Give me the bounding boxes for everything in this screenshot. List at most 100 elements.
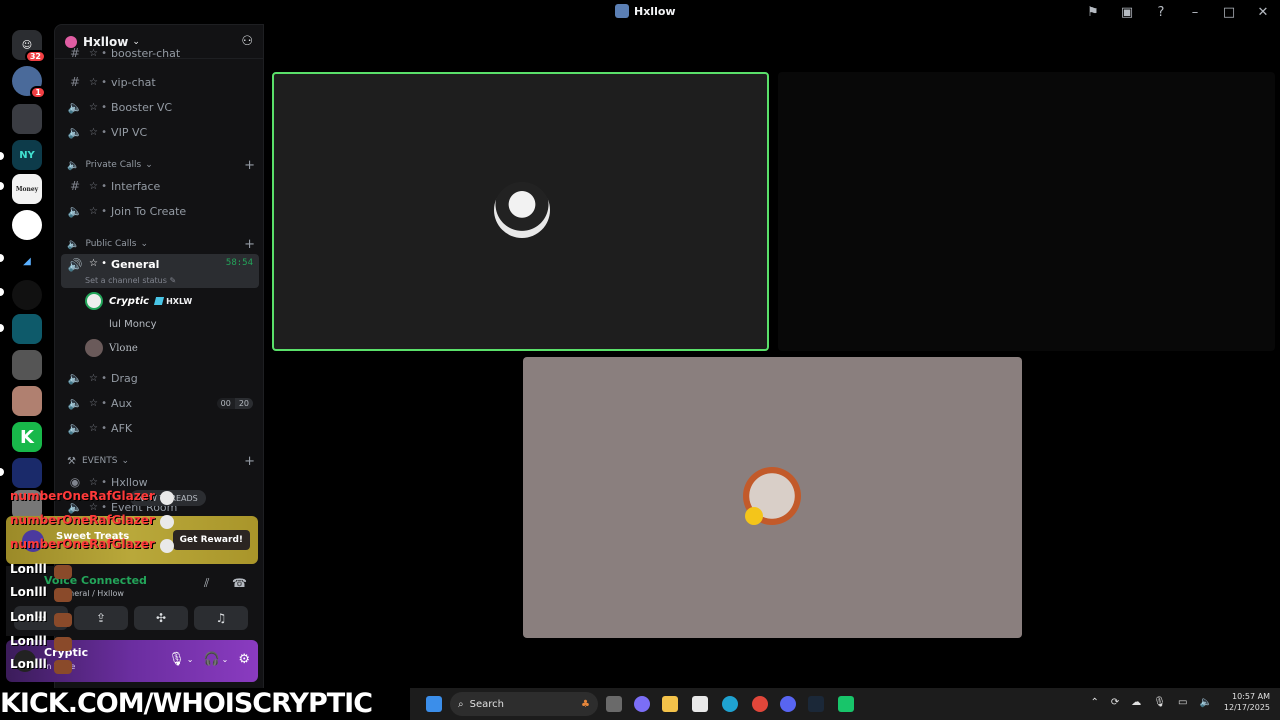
guild-tag-text: HXLW — [166, 296, 193, 306]
windows-start-icon[interactable] — [426, 696, 442, 712]
file-explorer-icon[interactable] — [662, 696, 678, 712]
unread-pill — [0, 254, 4, 262]
minimize-button[interactable]: – — [1178, 5, 1212, 20]
add-channel-icon[interactable]: + — [244, 158, 255, 173]
channel-afk[interactable]: 🔈 ☆ • AFK — [61, 417, 259, 439]
server-vr[interactable] — [12, 314, 42, 344]
channel-status-prompt[interactable]: Set a channel status ✎ — [85, 276, 176, 285]
voice-member[interactable]: Vlone — [85, 337, 259, 359]
channel-vip-vc[interactable]: 🔈 ☆ • VIP VC — [61, 121, 259, 143]
discord-taskbar-icon[interactable] — [780, 696, 796, 712]
server-chicago[interactable] — [12, 280, 42, 310]
user-count: 00 — [216, 397, 235, 409]
get-reward-button[interactable]: Get Reward! — [172, 530, 250, 550]
speaker-active-icon: 🔊 — [67, 258, 83, 272]
kick-icon[interactable] — [838, 696, 854, 712]
noise-suppression-icon[interactable]: ⫽ — [204, 576, 209, 591]
home-badge: 32 — [24, 50, 46, 63]
server-money[interactable]: Money — [12, 174, 42, 204]
store-icon[interactable] — [692, 696, 708, 712]
soundboard-button[interactable]: ♫ — [194, 606, 248, 630]
microphone-icon[interactable]: 🎙 — [168, 652, 185, 667]
server-folder[interactable] — [12, 104, 42, 134]
channel-label: vip-chat — [111, 75, 156, 89]
inbox-icon[interactable]: ▣ — [1110, 5, 1144, 20]
channel-booster-chat[interactable]: # ☆ • booster-chat — [61, 47, 259, 59]
server-socialize[interactable] — [12, 458, 42, 488]
cloud-icon[interactable]: ☁ — [1131, 697, 1141, 708]
copilot-icon[interactable] — [634, 696, 650, 712]
help-icon[interactable]: ? — [1144, 5, 1178, 20]
close-button[interactable]: ✕ — [1246, 5, 1280, 20]
steam-icon[interactable] — [808, 696, 824, 712]
edge-icon[interactable] — [722, 696, 738, 712]
channel-status-text: Set a channel status — [85, 276, 167, 285]
chrome-icon[interactable] — [752, 696, 768, 712]
sync-icon[interactable]: ⟳ — [1111, 697, 1119, 708]
star-icon: ☆ • — [89, 372, 108, 384]
skull-icon — [160, 539, 174, 553]
channel-drag[interactable]: 🔈 ☆ • Drag — [61, 367, 259, 389]
voice-member[interactable]: lul Moncy — [85, 313, 259, 335]
flag-icon[interactable]: ⚑ — [1076, 5, 1110, 20]
participant-tile-speaking[interactable] — [272, 72, 769, 351]
chevron-up-icon[interactable]: ⌃ — [1091, 697, 1099, 708]
channel-label: Aux — [111, 396, 133, 410]
server-arrow[interactable]: ◢ — [12, 246, 42, 276]
emote-icon — [54, 588, 72, 602]
channel-label: Booster VC — [111, 100, 173, 114]
server-soccer[interactable] — [12, 210, 42, 240]
taskbar: ⌕ Search ♣ ⌃ ⟳ ☁ 🎙 ▭ 🔈 10:57 AM 12/17/20… — [410, 688, 1280, 720]
category-public-calls[interactable]: 🔈 Public Calls ⌄ + — [67, 236, 259, 252]
add-channel-icon[interactable]: + — [244, 454, 255, 469]
member-name: lul Moncy — [109, 318, 157, 330]
channel-label: Hxllow — [111, 475, 148, 489]
maximize-button[interactable]: □ — [1212, 5, 1246, 20]
clock[interactable]: 10:57 AM 12/17/2025 — [1224, 691, 1270, 713]
star-icon: ☆ • — [89, 501, 108, 513]
volume-icon[interactable]: 🔈 — [1199, 697, 1211, 708]
guild-tag: HXLW — [154, 296, 193, 306]
server-hand[interactable] — [12, 386, 42, 416]
app-icon — [615, 4, 629, 18]
participant-tile[interactable] — [778, 72, 1275, 351]
speaker-icon: 🔈 — [67, 238, 80, 250]
screen-share-button[interactable]: ⇪ — [74, 606, 128, 630]
overlay-chat-name: numberOneRafGlazer — [10, 489, 155, 503]
server-ny[interactable]: NY — [12, 140, 42, 170]
mic-tray-icon[interactable]: 🎙 — [1153, 697, 1166, 708]
channel-vip-chat[interactable]: # ☆ • vip-chat — [61, 71, 259, 93]
headphones-icon[interactable]: 🎧 — [203, 652, 219, 667]
gear-icon[interactable]: ⚙ — [238, 652, 250, 667]
category-events[interactable]: ⚒ EVENTS ⌄ + — [67, 453, 259, 469]
network-icon[interactable]: ▭ — [1178, 697, 1187, 708]
channel-interface[interactable]: # ☆ • Interface — [61, 175, 259, 197]
category-private-calls[interactable]: 🔈 Private Calls ⌄ + — [67, 157, 259, 173]
voice-member[interactable]: Cryptic HXLW — [85, 290, 259, 312]
server-k[interactable]: K — [12, 422, 42, 452]
activities-button[interactable]: ✣ — [134, 606, 188, 630]
taskbar-search[interactable]: ⌕ Search ♣ — [450, 692, 598, 716]
chevron-down-icon[interactable]: ⌄ — [187, 655, 194, 667]
overlay-lonlll: Lonlll — [10, 562, 47, 576]
window-title-text: Hxllow — [634, 4, 676, 18]
disconnect-icon[interactable]: ☎ — [232, 576, 247, 590]
home-button[interactable]: ☺ 32 — [12, 30, 46, 63]
star-icon: ☆ • — [89, 258, 108, 269]
chevron-down-icon: ⌄ — [140, 239, 148, 249]
overlay-lonlll: Lonlll — [10, 585, 47, 599]
channel-aux[interactable]: 🔈 ☆ • Aux 00 20 — [61, 392, 259, 414]
channel-join-to-create[interactable]: 🔈 ☆ • Join To Create — [61, 200, 259, 222]
dm-avatar[interactable]: 1 — [12, 66, 46, 99]
task-view-icon[interactable] — [606, 696, 622, 712]
chevron-down-icon[interactable]: ⌄ — [222, 655, 229, 667]
channel-booster-vc[interactable]: 🔈 ☆ • Booster VC — [61, 96, 259, 118]
overlay-chat-name: numberOneRafGlazer — [10, 537, 155, 551]
server-money-label: Money — [15, 185, 39, 193]
participant-tile[interactable] — [523, 357, 1022, 638]
star-icon: ☆ • — [89, 126, 108, 138]
add-channel-icon[interactable]: + — [244, 237, 255, 252]
chevron-down-icon: ⌄ — [132, 36, 140, 47]
server-eye[interactable] — [12, 350, 42, 380]
channel-label: Drag — [111, 371, 138, 385]
